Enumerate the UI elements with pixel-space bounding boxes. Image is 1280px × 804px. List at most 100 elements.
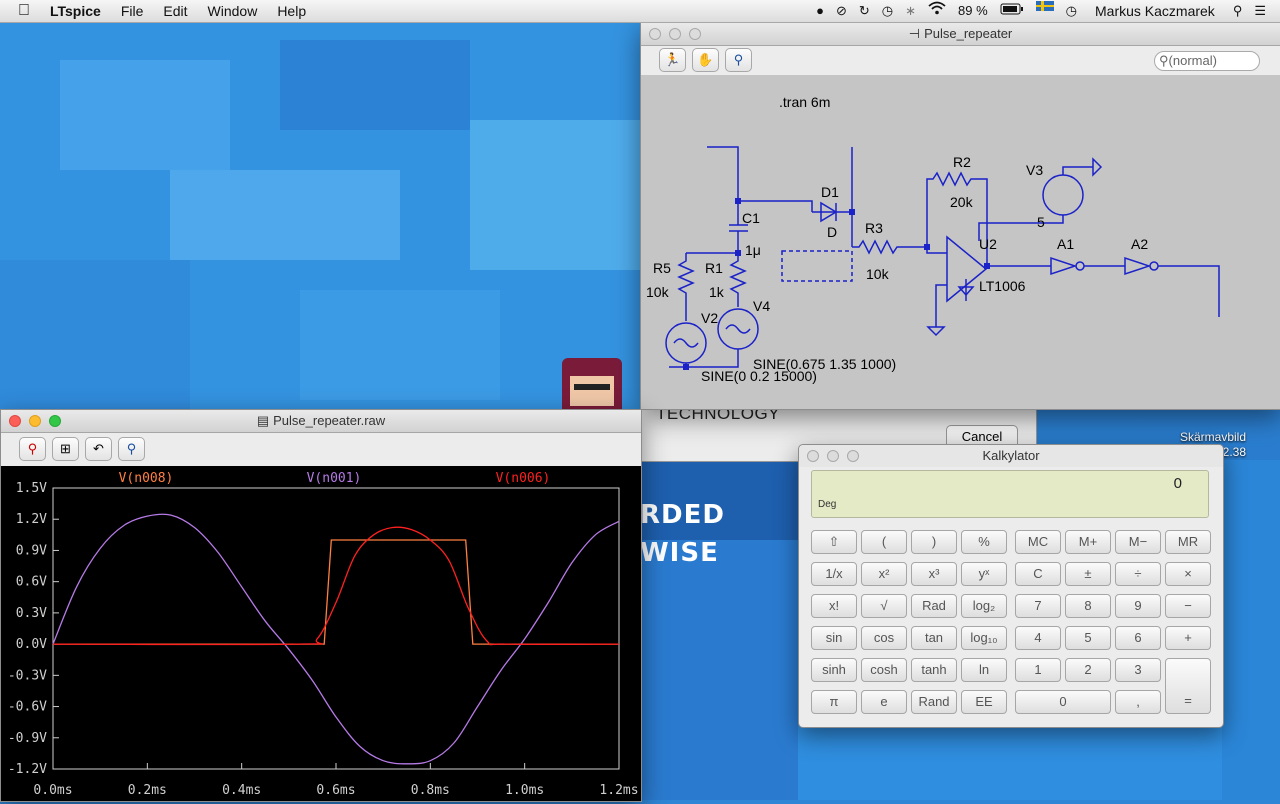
notification-icon[interactable]: ●	[810, 0, 830, 22]
u2-model[interactable]: LT1006	[979, 278, 1026, 294]
waveform-plot[interactable]: 1.5V 1.2V 0.9V 0.6V 0.3V 0.0V -0.3V -0.6V -0.9V -…	[1, 466, 641, 801]
user-name[interactable]: Markus Kaczmarek	[1083, 0, 1227, 22]
minimize-button[interactable]	[29, 415, 41, 427]
key-tanh[interactable]: tanh	[911, 658, 957, 682]
key-rad[interactable]: Rad	[911, 594, 957, 618]
menu-window[interactable]: Window	[198, 0, 268, 22]
key-factorial[interactable]: x!	[811, 594, 857, 618]
r1-label[interactable]: R1	[705, 260, 723, 276]
r3-value[interactable]: 10k	[866, 266, 890, 282]
key-e[interactable]: e	[861, 690, 907, 714]
key-cosh[interactable]: cosh	[861, 658, 907, 682]
key-cube[interactable]: x³	[911, 562, 957, 586]
v3-value[interactable]: 5	[1037, 214, 1045, 230]
key-seven[interactable]: 7	[1015, 594, 1061, 618]
key-log10[interactable]: log₁₀	[961, 626, 1007, 650]
search-input[interactable]: ⚲(normal)	[1154, 51, 1260, 71]
key-nine[interactable]: 9	[1115, 594, 1161, 618]
key-square-root[interactable]: √	[861, 594, 907, 618]
key-sinh[interactable]: sinh	[811, 658, 857, 682]
key-open-paren[interactable]: (	[861, 530, 907, 554]
apple-menu-icon[interactable]: 	[0, 0, 40, 22]
probe-button[interactable]: ⚲	[118, 437, 145, 461]
key-tan[interactable]: tan	[911, 626, 957, 650]
u2-label[interactable]: U2	[979, 236, 997, 252]
v4-label[interactable]: V4	[753, 298, 770, 314]
tran-directive[interactable]: .tran 6m	[779, 94, 830, 110]
run-simulation-button[interactable]: 🏃	[659, 48, 686, 72]
spotlight-search-icon[interactable]: ⚲	[1227, 0, 1249, 22]
clock-icon[interactable]: ◷	[1060, 0, 1083, 22]
battery-icon[interactable]	[994, 0, 1030, 22]
key-one[interactable]: 1	[1015, 658, 1061, 682]
close-button[interactable]	[807, 450, 819, 462]
key-four[interactable]: 4	[1015, 626, 1061, 650]
key-ee[interactable]: EE	[961, 690, 1007, 714]
minimize-button[interactable]	[669, 28, 681, 40]
menu-help[interactable]: Help	[267, 0, 316, 22]
key-zero[interactable]: 0	[1015, 690, 1111, 714]
key-log2[interactable]: log₂	[961, 594, 1007, 618]
zoom-out-button[interactable]: ⚲	[19, 437, 46, 461]
key-sign[interactable]: ±	[1065, 562, 1111, 586]
key-mr[interactable]: MR	[1165, 530, 1211, 554]
r5-value[interactable]: 10k	[646, 284, 670, 300]
app-menu[interactable]: LTspice	[40, 0, 111, 22]
key-power[interactable]: yˣ	[961, 562, 1007, 586]
r3-label[interactable]: R3	[865, 220, 883, 236]
calculator-titlebar[interactable]: Kalkylator	[799, 445, 1223, 467]
key-cos[interactable]: cos	[861, 626, 907, 650]
key-plus[interactable]: +	[1165, 626, 1211, 650]
key-m-minus[interactable]: M−	[1115, 530, 1161, 554]
c1-label[interactable]: C1	[742, 210, 760, 226]
key-close-paren[interactable]: )	[911, 530, 957, 554]
sync-icon[interactable]: ↻	[853, 0, 876, 22]
a2-label[interactable]: A2	[1131, 236, 1148, 252]
schematic-canvas[interactable]: .tran 6m R2 20k V3 5 D1 D C1 1μ R3 10k U…	[641, 75, 1280, 409]
v3-label[interactable]: V3	[1026, 162, 1043, 178]
key-rand[interactable]: Rand	[911, 690, 957, 714]
key-sin[interactable]: sin	[811, 626, 857, 650]
undo-zoom-button[interactable]: ↶	[85, 437, 112, 461]
minimize-button[interactable]	[827, 450, 839, 462]
key-percent[interactable]: %	[961, 530, 1007, 554]
key-two[interactable]: 2	[1065, 658, 1111, 682]
r5-label[interactable]: R5	[653, 260, 671, 276]
notification-center-icon[interactable]: ☰	[1248, 0, 1280, 22]
key-equals[interactable]: =	[1165, 658, 1211, 714]
key-three[interactable]: 3	[1115, 658, 1161, 682]
r2-value[interactable]: 20k	[950, 194, 974, 210]
key-five[interactable]: 5	[1065, 626, 1111, 650]
key-eight[interactable]: 8	[1065, 594, 1111, 618]
d1-model[interactable]: D	[827, 224, 837, 240]
do-not-disturb-icon[interactable]: ⊘	[830, 0, 853, 22]
key-multiply[interactable]: ×	[1165, 562, 1211, 586]
menu-edit[interactable]: Edit	[153, 0, 197, 22]
key-clear[interactable]: C	[1015, 562, 1061, 586]
bluetooth-icon[interactable]: ∗	[899, 0, 922, 22]
zoom-button[interactable]	[847, 450, 859, 462]
probe-button[interactable]: ⚲	[725, 48, 752, 72]
key-pi[interactable]: π	[811, 690, 857, 714]
zoom-button[interactable]	[689, 28, 701, 40]
battery-percentage[interactable]: 89 %	[952, 0, 994, 22]
autorange-button[interactable]: ⊞	[52, 437, 79, 461]
menu-file[interactable]: File	[111, 0, 154, 22]
c1-value[interactable]: 1μ	[745, 242, 761, 258]
key-shift[interactable]: ⇧	[811, 530, 857, 554]
v2-source-spec[interactable]: SINE(0 0.2 15000)	[701, 368, 817, 384]
r2-label[interactable]: R2	[953, 154, 971, 170]
schematic-titlebar[interactable]: ⊣ Pulse_repeater	[641, 23, 1280, 46]
key-divide[interactable]: ÷	[1115, 562, 1161, 586]
key-decimal[interactable]: ,	[1115, 690, 1161, 714]
wifi-icon[interactable]	[922, 0, 952, 22]
close-button[interactable]	[649, 28, 661, 40]
a1-label[interactable]: A1	[1057, 236, 1074, 252]
input-flag-sweden-icon[interactable]	[1030, 0, 1060, 22]
key-minus[interactable]: −	[1165, 594, 1211, 618]
key-square[interactable]: x²	[861, 562, 907, 586]
key-ln[interactable]: ln	[961, 658, 1007, 682]
zoom-button[interactable]	[49, 415, 61, 427]
d1-label[interactable]: D1	[821, 184, 839, 200]
key-six[interactable]: 6	[1115, 626, 1161, 650]
